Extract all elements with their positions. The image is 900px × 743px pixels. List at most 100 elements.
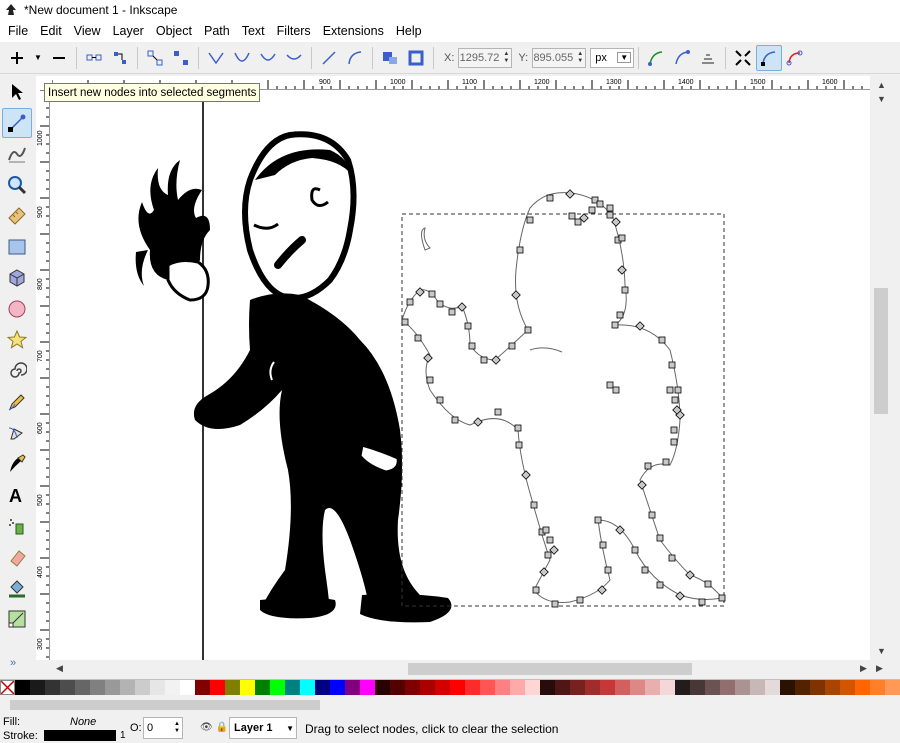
path-node[interactable]	[656, 581, 664, 589]
color-swatch[interactable]	[330, 680, 345, 695]
color-swatch[interactable]	[390, 680, 405, 695]
stroke-to-path-button[interactable]	[403, 45, 429, 71]
scroll-right-icon[interactable]: ▶	[860, 663, 867, 674]
color-swatch[interactable]	[360, 680, 375, 695]
path-node[interactable]	[551, 600, 559, 608]
eraser-tool[interactable]	[2, 542, 32, 572]
selected-path[interactable]	[401, 189, 726, 608]
calligraphy-tool[interactable]	[2, 449, 32, 479]
insert-node-button[interactable]	[4, 45, 30, 71]
cartoon-figure[interactable]	[135, 131, 452, 623]
color-swatch[interactable]	[195, 680, 210, 695]
color-swatch[interactable]	[615, 680, 630, 695]
path-node[interactable]	[516, 246, 524, 254]
path-node[interactable]	[508, 342, 516, 350]
path-node[interactable]	[597, 585, 607, 595]
color-swatch[interactable]	[315, 680, 330, 695]
path-node[interactable]	[606, 204, 614, 212]
path-node[interactable]	[539, 567, 549, 577]
color-swatch[interactable]	[660, 680, 675, 695]
auto-smooth-button[interactable]	[281, 45, 307, 71]
clip-path-button[interactable]	[669, 45, 695, 71]
join-nodes-button[interactable]	[81, 45, 107, 71]
color-swatch[interactable]	[180, 680, 195, 695]
color-swatch[interactable]	[585, 680, 600, 695]
path-node[interactable]	[515, 441, 523, 449]
path-node[interactable]	[658, 336, 666, 344]
path-node[interactable]	[704, 580, 712, 588]
color-swatch[interactable]	[495, 680, 510, 695]
color-swatch[interactable]	[150, 680, 165, 695]
path-node[interactable]	[611, 321, 619, 329]
delete-node-button[interactable]	[46, 45, 72, 71]
path-node[interactable]	[414, 334, 422, 342]
path-node[interactable]	[530, 501, 538, 509]
color-swatch[interactable]	[765, 680, 780, 695]
layer-select[interactable]: Layer 1 ▼	[229, 717, 297, 739]
color-swatch[interactable]	[825, 680, 840, 695]
menu-edit[interactable]: Edit	[34, 24, 68, 38]
color-swatch[interactable]	[120, 680, 135, 695]
vertical-ruler[interactable]: 1000 900 800 700 600 500 400 300	[36, 90, 50, 660]
palette-scroll-thumb[interactable]	[10, 700, 320, 710]
path-node[interactable]	[648, 511, 656, 519]
star-tool[interactable]	[2, 325, 32, 355]
color-swatch[interactable]	[855, 680, 870, 695]
color-swatch[interactable]	[675, 680, 690, 695]
vertical-scrollbar[interactable]: ▲ ▼ ▼	[870, 76, 892, 660]
color-swatch[interactable]	[465, 680, 480, 695]
y-spinbox[interactable]: ▲▼	[532, 47, 587, 68]
color-swatch[interactable]	[555, 680, 570, 695]
path-node[interactable]	[576, 596, 584, 604]
scroll-down-icon[interactable]: ▼	[877, 646, 886, 656]
color-swatch[interactable]	[885, 680, 900, 695]
palette-scrollbar[interactable]	[0, 697, 900, 713]
path-node[interactable]	[596, 200, 604, 208]
color-swatch[interactable]	[270, 680, 285, 695]
path-node[interactable]	[670, 426, 678, 434]
path-node[interactable]	[532, 586, 540, 594]
color-swatch[interactable]	[705, 680, 720, 695]
path-node[interactable]	[436, 396, 444, 404]
path-node[interactable]	[631, 546, 639, 554]
stroke-indicator[interactable]	[44, 730, 116, 741]
text-tool[interactable]: A	[2, 480, 32, 510]
color-swatch[interactable]	[240, 680, 255, 695]
color-swatch[interactable]	[405, 680, 420, 695]
menu-extensions[interactable]: Extensions	[317, 24, 390, 38]
menu-layer[interactable]: Layer	[107, 24, 150, 38]
path-node[interactable]	[637, 480, 647, 490]
path-node[interactable]	[426, 376, 434, 384]
color-swatch[interactable]	[795, 680, 810, 695]
color-swatch[interactable]	[420, 680, 435, 695]
path-node[interactable]	[544, 551, 552, 559]
path-node[interactable]	[428, 290, 436, 298]
mask-button[interactable]	[695, 45, 721, 71]
color-swatch[interactable]	[375, 680, 390, 695]
path-node[interactable]	[662, 458, 670, 466]
path-node[interactable]	[436, 300, 444, 308]
unit-select[interactable]: px ▼	[590, 47, 635, 68]
stroke-width-value[interactable]: 1	[120, 730, 126, 741]
menu-help[interactable]: Help	[390, 24, 428, 38]
color-swatch[interactable]	[165, 680, 180, 695]
color-swatch[interactable]	[525, 680, 540, 695]
color-swatch[interactable]	[15, 680, 30, 695]
path-node[interactable]	[612, 386, 620, 394]
insert-node-dropdown[interactable]: ▼	[30, 45, 46, 71]
path-node[interactable]	[565, 189, 575, 199]
menu-view[interactable]: View	[68, 24, 107, 38]
horizontal-scroll-thumb[interactable]	[408, 663, 692, 675]
path-node[interactable]	[451, 416, 459, 424]
zoom-tool[interactable]	[2, 170, 32, 200]
color-swatch[interactable]	[540, 680, 555, 695]
path-node[interactable]	[457, 302, 467, 312]
path-node[interactable]	[526, 216, 534, 224]
x-spinbox[interactable]: ▲▼	[458, 47, 513, 68]
path-node[interactable]	[415, 287, 425, 297]
color-swatch[interactable]	[90, 680, 105, 695]
path-node[interactable]	[448, 308, 456, 316]
measure-tool[interactable]	[2, 201, 32, 231]
color-swatch[interactable]	[735, 680, 750, 695]
spray-tool[interactable]	[2, 511, 32, 541]
